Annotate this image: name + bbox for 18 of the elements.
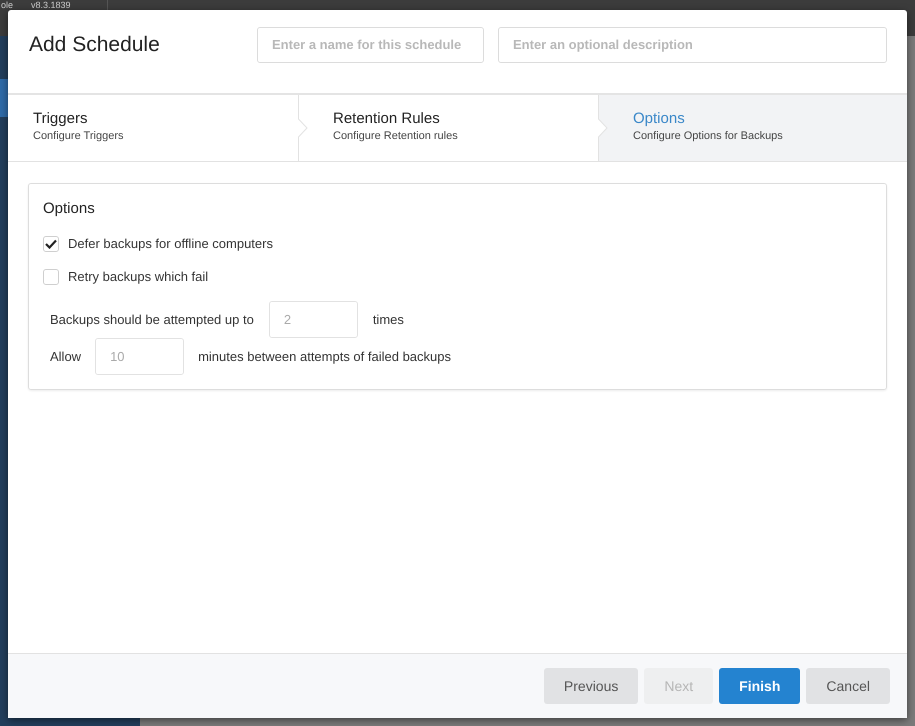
dialog-button[interactable]: Finish xyxy=(719,668,800,704)
dialog-button[interactable]: Cancel xyxy=(806,668,890,704)
description-field[interactable]: Enter an optional description xyxy=(498,26,887,62)
field-label: times xyxy=(372,312,404,327)
checkbox[interactable] xyxy=(43,236,59,252)
checkbox[interactable] xyxy=(43,268,59,284)
field-label: Allow xyxy=(50,349,82,364)
checkbox-label: Retry backups which fail xyxy=(68,269,208,284)
field-label: Backups should be attempted up to xyxy=(50,312,254,327)
field-label: minutes between attempts of failed backups xyxy=(198,349,452,364)
dialog-button[interactable]: Previous xyxy=(544,668,638,704)
checkbox-label: Defer backups for offline computers xyxy=(68,236,273,251)
dialog-title: Add Schedule xyxy=(29,32,161,56)
name-field[interactable]: Enter a name for this schedule xyxy=(257,26,484,62)
wizard-step[interactable]: Options Configure Options for Backups xyxy=(608,95,907,161)
panel-heading: Options xyxy=(43,200,95,217)
app-title: ole xyxy=(1,0,14,10)
version-label: v8.3.1839 xyxy=(31,0,72,10)
